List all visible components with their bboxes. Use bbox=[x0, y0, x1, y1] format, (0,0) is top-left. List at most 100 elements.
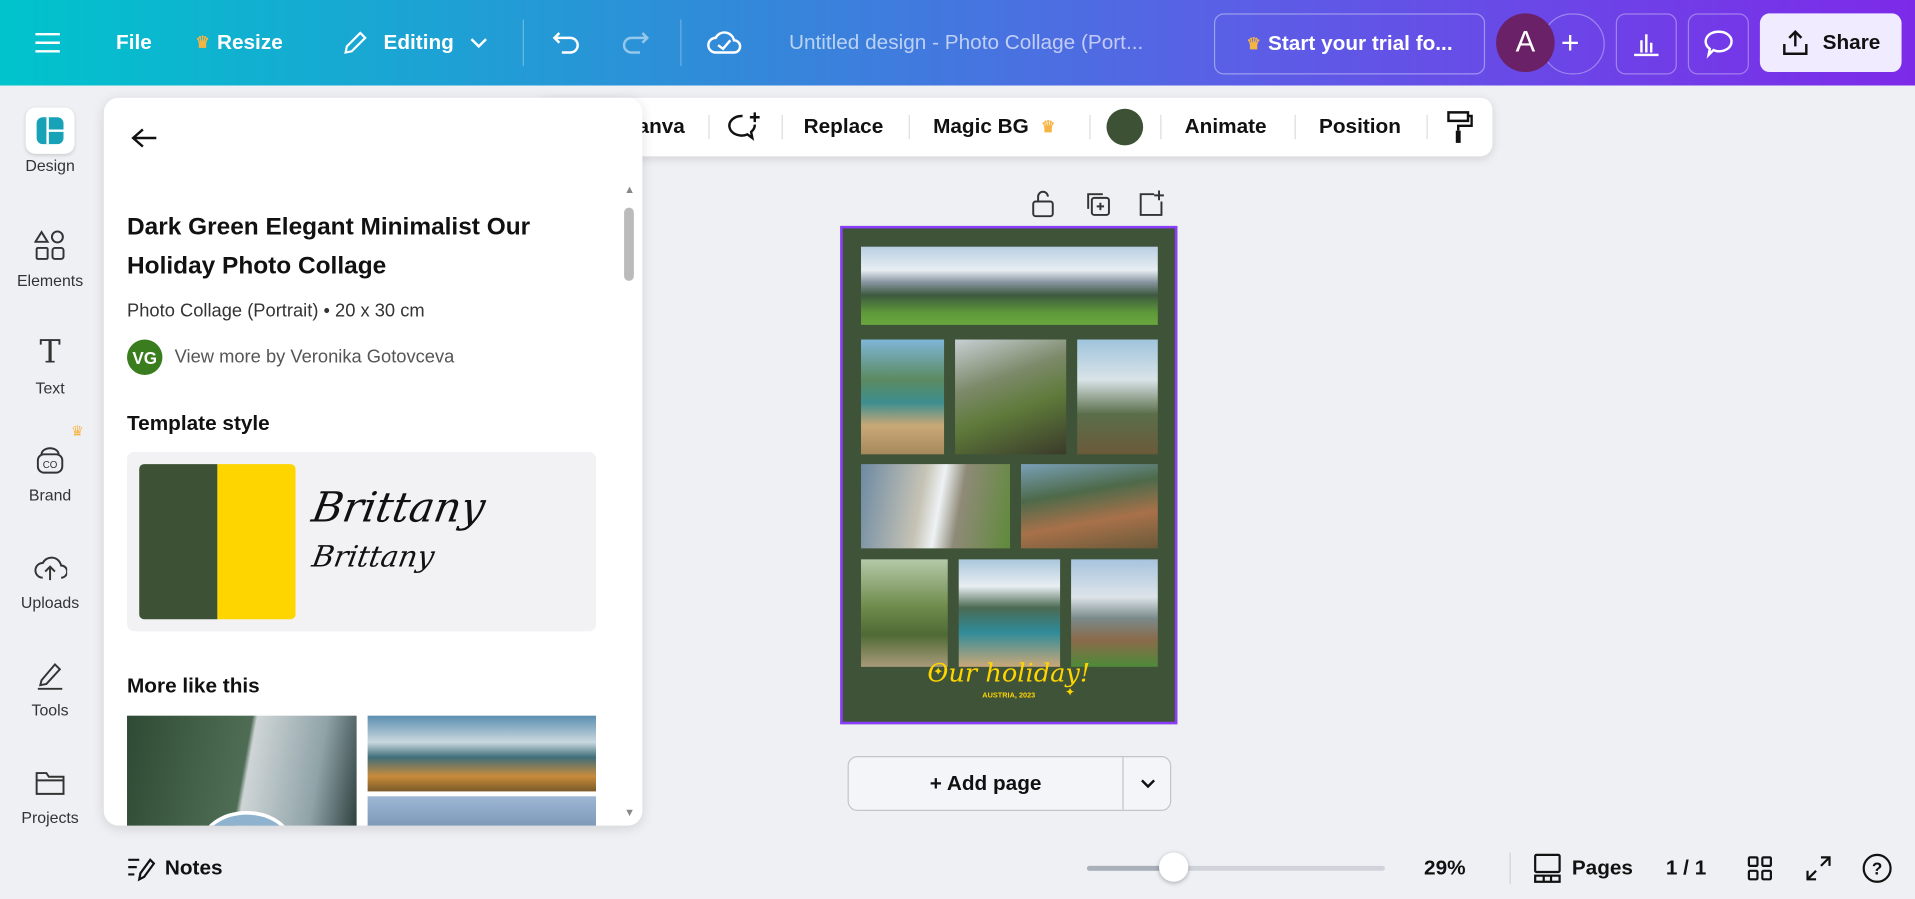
magic-bg-button[interactable]: Magic BG ♛ bbox=[933, 98, 1063, 157]
design-title[interactable]: Untitled design - Photo Collage (Port... bbox=[789, 0, 1143, 85]
template-thumbnail[interactable] bbox=[367, 796, 596, 826]
template-title: Dark Green Elegant Minimalist Our Holida… bbox=[127, 213, 531, 280]
invite-plus-icon[interactable]: + bbox=[1561, 24, 1580, 62]
comment-icon bbox=[1704, 30, 1733, 59]
fullscreen-icon[interactable] bbox=[1805, 855, 1832, 882]
template-style-card[interactable]: Brittany Brittany bbox=[127, 451, 596, 632]
add-page-icon[interactable] bbox=[1137, 189, 1166, 218]
editing-dropdown[interactable]: Editing bbox=[342, 0, 488, 85]
redo-icon bbox=[622, 32, 650, 54]
add-page-button[interactable]: + Add page bbox=[849, 757, 1123, 810]
color-swatch-yellow bbox=[217, 464, 296, 620]
rail-label: Elements bbox=[16, 271, 84, 290]
file-menu[interactable]: File bbox=[116, 0, 152, 85]
tools-icon bbox=[37, 662, 63, 690]
redo-button[interactable] bbox=[620, 0, 650, 85]
pencil-icon bbox=[344, 31, 367, 54]
rail-label: Projects bbox=[21, 808, 79, 827]
help-icon[interactable]: ? bbox=[1861, 852, 1893, 884]
rail-label: Tools bbox=[31, 701, 69, 720]
bar-chart-icon bbox=[1634, 34, 1659, 57]
design-page[interactable]: Our holiday! AUSTRIA, 2023 ✦ ✦ bbox=[840, 225, 1178, 725]
undo-icon bbox=[552, 32, 579, 54]
template-details-panel: Dark Green Elegant Minimalist Our Holida… bbox=[103, 97, 643, 826]
zoom-slider[interactable] bbox=[1086, 852, 1385, 882]
crown-icon: ♛ bbox=[1041, 117, 1056, 136]
font-sample-body: Brittany bbox=[309, 539, 438, 575]
author-avatar: VG bbox=[127, 339, 163, 375]
photo-trail[interactable] bbox=[1021, 464, 1158, 549]
zoom-percentage[interactable]: 29% bbox=[1424, 856, 1466, 880]
text-icon: T bbox=[39, 334, 61, 372]
uploads-icon bbox=[34, 556, 68, 581]
notes-button[interactable]: Notes bbox=[127, 855, 223, 882]
menu-button[interactable] bbox=[34, 0, 61, 85]
insights-button[interactable] bbox=[1615, 13, 1677, 75]
photo-mountains[interactable] bbox=[861, 246, 1158, 325]
avatar[interactable]: A bbox=[1496, 13, 1555, 73]
duplicate-page-icon[interactable] bbox=[1083, 189, 1112, 218]
back-arrow-icon[interactable] bbox=[131, 127, 158, 149]
resize-button[interactable]: ♛ Resize bbox=[195, 0, 282, 85]
animate-button[interactable]: Animate bbox=[1185, 98, 1267, 157]
copy-style-button[interactable] bbox=[1446, 98, 1473, 157]
more-like-this-heading: More like this bbox=[127, 674, 260, 698]
template-meta: Photo Collage (Portrait) • 20 x 30 cm bbox=[127, 300, 425, 322]
grid-view-icon[interactable] bbox=[1746, 855, 1773, 882]
background-color-swatch[interactable] bbox=[1106, 108, 1144, 146]
pages-button[interactable]: Pages bbox=[1533, 852, 1633, 884]
photo-couple-view[interactable] bbox=[955, 339, 1067, 455]
crown-icon: ♛ bbox=[1246, 34, 1261, 53]
lock-icon[interactable] bbox=[1030, 189, 1057, 218]
crown-icon: ♛ bbox=[70, 422, 84, 440]
rail-item-elements[interactable]: Elements bbox=[0, 227, 100, 289]
rail-item-projects[interactable]: Projects bbox=[0, 765, 100, 827]
photo-family-lake[interactable] bbox=[958, 559, 1061, 667]
photo-hiker-path[interactable] bbox=[861, 559, 948, 667]
brand-icon: CO bbox=[36, 447, 64, 474]
rail-label: Text bbox=[35, 378, 65, 397]
template-thumbnail[interactable] bbox=[127, 715, 357, 826]
canvas-subline[interactable]: AUSTRIA, 2023 bbox=[843, 692, 1175, 699]
share-button[interactable]: Share bbox=[1759, 13, 1902, 73]
elements-icon bbox=[34, 230, 65, 260]
crown-icon: ♛ bbox=[195, 32, 210, 52]
bottom-bar: Notes 29% Pages 1 / 1 ? bbox=[0, 840, 1915, 899]
rail-item-design[interactable]: Design bbox=[0, 107, 100, 175]
canva-button[interactable]: anva bbox=[638, 98, 685, 157]
comment-add-button[interactable] bbox=[728, 98, 762, 157]
left-rail: Design Elements T Text ♛ CO Brand Upload… bbox=[0, 85, 100, 898]
photo-hiker-lake[interactable] bbox=[861, 339, 945, 455]
comment-plus-icon bbox=[728, 112, 760, 141]
color-swatch-green bbox=[139, 464, 218, 620]
svg-text:?: ? bbox=[1872, 859, 1882, 878]
chevron-down-icon[interactable] bbox=[1139, 778, 1156, 790]
replace-button[interactable]: Replace bbox=[804, 98, 884, 157]
chevron-down-icon bbox=[470, 38, 487, 49]
context-toolbar: anva Replace Magic BG ♛ Animate Position bbox=[537, 97, 1493, 157]
comments-button[interactable] bbox=[1687, 13, 1749, 75]
projects-icon bbox=[35, 772, 65, 795]
rail-item-tools[interactable]: Tools bbox=[0, 657, 100, 719]
rail-item-brand[interactable]: ♛ CO Brand bbox=[0, 423, 100, 505]
start-trial-button[interactable]: ♛ Start your trial fo... bbox=[1213, 13, 1486, 75]
panel-scrollbar[interactable]: ▲ ▼ bbox=[622, 183, 637, 818]
rail-label: Design bbox=[25, 156, 75, 175]
undo-button[interactable] bbox=[552, 0, 581, 85]
editing-label: Editing bbox=[383, 30, 454, 54]
photo-village[interactable] bbox=[1071, 559, 1158, 667]
photo-hiker-rest[interactable] bbox=[1077, 339, 1158, 455]
zoom-slider-thumb[interactable] bbox=[1159, 852, 1189, 882]
template-thumbnail[interactable] bbox=[367, 715, 596, 792]
photo-waterfall[interactable] bbox=[861, 464, 1011, 549]
pages-icon bbox=[1534, 853, 1561, 883]
rail-item-text[interactable]: T Text bbox=[0, 335, 100, 397]
rail-item-uploads[interactable]: Uploads bbox=[0, 550, 100, 612]
notes-label: Notes bbox=[164, 856, 223, 880]
rail-label: Uploads bbox=[20, 593, 80, 612]
canvas-headline[interactable]: Our holiday! bbox=[843, 658, 1175, 687]
cloud-saved-icon[interactable] bbox=[706, 0, 743, 85]
trial-label: Start your trial fo... bbox=[1268, 31, 1453, 55]
position-button[interactable]: Position bbox=[1319, 98, 1401, 157]
author-link[interactable]: View more by Veronika Gotovceva bbox=[175, 347, 455, 368]
